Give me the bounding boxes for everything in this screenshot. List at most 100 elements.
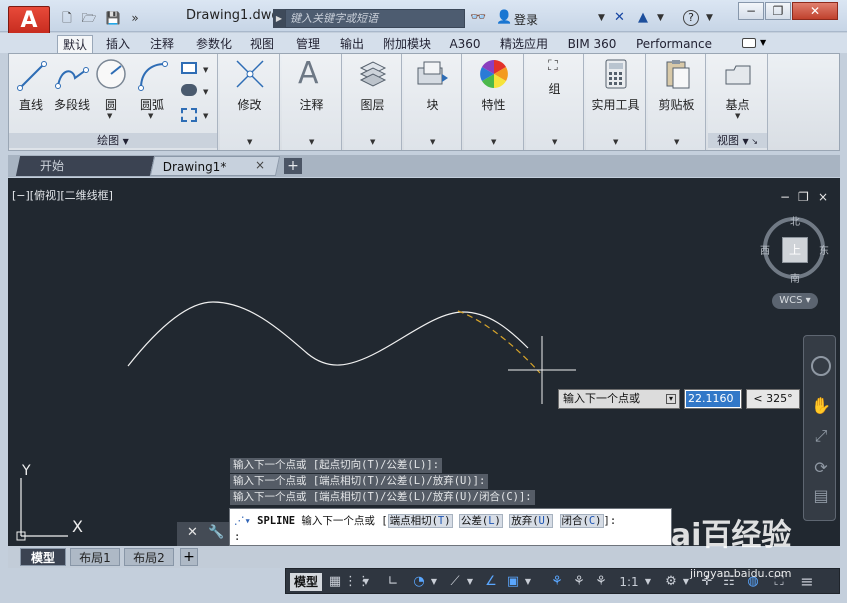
viewport-controls-label[interactable]: [−][俯视][二维线框]: [12, 187, 113, 203]
utilities-panel[interactable]: 实用工具 ▼: [586, 54, 646, 150]
orbit-icon[interactable]: ⟳: [811, 458, 831, 478]
tab-insert[interactable]: 插入: [100, 35, 136, 53]
tab-default[interactable]: 默认: [57, 35, 93, 53]
isodraft-dropdown-icon[interactable]: ▼: [464, 573, 476, 591]
command-line[interactable]: ⋰▾ SPLINE 输入下一个点或 [端点相切(T) 公差(L) 放弃(U) 闭…: [229, 508, 672, 546]
option-close[interactable]: 闭合(C): [559, 514, 604, 528]
layers-dropdown-icon[interactable]: ▼: [370, 138, 375, 146]
help-icon[interactable]: ?: [683, 10, 699, 26]
hatch-dropdown-icon[interactable]: ▼: [203, 88, 208, 96]
draw-panel-title[interactable]: 绘图 ▼: [9, 133, 217, 148]
showmotion-icon[interactable]: ▤: [811, 486, 831, 506]
viewport-restore-button[interactable]: ❐: [798, 190, 809, 204]
polar-tracking-icon[interactable]: ◔: [410, 573, 428, 591]
tab-parametric[interactable]: 参数化: [190, 35, 238, 53]
annotation-scale-icon[interactable]: ⚘: [592, 573, 610, 591]
snap-dropdown-icon[interactable]: ▼: [360, 573, 372, 591]
tab-a360[interactable]: A360: [446, 35, 484, 53]
line-button[interactable]: 直线: [15, 96, 47, 113]
utilities-dropdown-icon[interactable]: ▼: [613, 138, 618, 146]
grid-icon[interactable]: ▦: [326, 573, 344, 591]
ribbon-toggle-icon[interactable]: [742, 38, 756, 48]
snap-icon[interactable]: ⋮⋮: [344, 573, 370, 591]
tab-layout1[interactable]: 布局1: [70, 548, 120, 566]
ribbon-toggle-dropdown-icon[interactable]: ▼: [760, 38, 766, 47]
zoom-extents-icon[interactable]: ⤢: [811, 426, 831, 446]
close-command-line-icon[interactable]: ✕: [187, 525, 198, 540]
tab-view[interactable]: 视图: [246, 35, 278, 53]
boundary-dropdown-icon[interactable]: ▼: [203, 112, 208, 120]
clipboard-dropdown-icon[interactable]: ▼: [674, 138, 679, 146]
spline-curve[interactable]: [127, 301, 529, 367]
user-icon[interactable]: 👤: [496, 10, 512, 25]
minimize-window-button[interactable]: −: [738, 2, 764, 20]
base-view-button[interactable]: 基点: [708, 96, 767, 113]
search-input[interactable]: 键入关键字或短语: [285, 9, 465, 28]
compass-west-label[interactable]: 西: [760, 242, 770, 257]
scale-dropdown-icon[interactable]: ▼: [642, 573, 654, 591]
restore-window-button[interactable]: ❐: [765, 2, 791, 20]
block-panel[interactable]: 块 ▼: [404, 54, 462, 150]
properties-dropdown-icon[interactable]: ▼: [491, 138, 496, 146]
dynamic-angle-input[interactable]: < 325°: [746, 389, 800, 409]
tab-model[interactable]: 模型: [20, 548, 66, 566]
annotation-visibility-icon[interactable]: ⚘: [548, 573, 566, 591]
wcs-menu-button[interactable]: WCS ▾: [772, 293, 818, 309]
add-layout-button[interactable]: +: [180, 548, 198, 566]
compass-east-label[interactable]: 东: [819, 242, 829, 257]
object-snap-tracking-icon[interactable]: ∠: [482, 573, 500, 591]
option-tolerance[interactable]: 公差(L): [458, 514, 503, 528]
login-link[interactable]: 登录: [514, 11, 538, 28]
customization-menu-icon[interactable]: ≡: [798, 573, 816, 591]
circle-button[interactable]: 圆: [99, 96, 123, 113]
viewcube-top-face[interactable]: 上: [782, 237, 808, 263]
circle-dropdown-icon[interactable]: ▼: [107, 112, 112, 120]
tab-featured-apps[interactable]: 精选应用: [495, 35, 553, 53]
arc-button[interactable]: 圆弧: [135, 96, 169, 113]
arc-dropdown-icon[interactable]: ▼: [148, 112, 153, 120]
tab-manage[interactable]: 管理: [290, 35, 326, 53]
close-window-button[interactable]: ✕: [792, 2, 838, 20]
properties-panel[interactable]: 特性 ▼: [464, 54, 524, 150]
model-space-button[interactable]: 模型: [290, 573, 322, 591]
viewport-close-button[interactable]: ×: [818, 190, 828, 204]
tab-start[interactable]: 开始: [15, 156, 155, 176]
dynamic-input-options-icon[interactable]: ▾: [666, 394, 676, 404]
tab-addins[interactable]: 附加模块: [378, 35, 436, 53]
search-expand-icon[interactable]: ▶: [273, 9, 285, 28]
tab-layout2[interactable]: 布局2: [124, 548, 174, 566]
new-tab-button[interactable]: +: [284, 158, 302, 174]
pan-hand-icon[interactable]: ✋: [811, 396, 831, 416]
boundary-icon[interactable]: [181, 108, 197, 122]
ortho-icon[interactable]: ∟: [384, 573, 402, 591]
hatch-icon[interactable]: [181, 84, 197, 96]
help-dropdown-icon[interactable]: ▼: [706, 13, 713, 23]
rectangle-icon[interactable]: [181, 62, 197, 74]
customize-wrench-icon[interactable]: 🔧: [208, 525, 224, 540]
polar-dropdown-icon[interactable]: ▼: [428, 573, 440, 591]
clipboard-panel[interactable]: 剪贴板 ▼: [648, 54, 706, 150]
binoculars-icon[interactable]: 👓: [470, 10, 486, 25]
layers-panel[interactable]: 图层 ▼: [344, 54, 402, 150]
autodesk-icon[interactable]: ▲: [638, 10, 648, 25]
save-icon[interactable]: 💾: [104, 10, 122, 26]
new-file-icon[interactable]: 🗋: [58, 10, 76, 26]
tab-bim360[interactable]: BIM 360: [562, 35, 622, 53]
rectangle-dropdown-icon[interactable]: ▼: [203, 66, 208, 74]
object-snap-icon[interactable]: ▣: [504, 573, 522, 591]
steering-wheel-icon[interactable]: [811, 356, 831, 376]
compass-south-label[interactable]: 南: [790, 270, 800, 285]
modify-dropdown-icon[interactable]: ▼: [247, 138, 252, 146]
autodesk-dropdown-icon[interactable]: ▼: [657, 13, 664, 23]
tab-output[interactable]: 输出: [334, 35, 370, 53]
polyline-button[interactable]: 多段线: [51, 96, 93, 113]
viewport-minimize-button[interactable]: −: [780, 190, 790, 204]
close-tab-icon[interactable]: ×: [255, 158, 265, 172]
open-file-icon[interactable]: 🗁: [80, 10, 98, 26]
isodraft-icon[interactable]: ⟋: [446, 573, 464, 591]
dynamic-length-input[interactable]: 22.1160: [684, 389, 742, 409]
object-snap-dropdown-icon[interactable]: ▼: [522, 573, 534, 591]
more-qat-icon[interactable]: »: [126, 10, 144, 26]
tab-performance[interactable]: Performance: [632, 35, 716, 53]
view-panel-title[interactable]: 视图 ▼ ↘: [708, 133, 767, 148]
